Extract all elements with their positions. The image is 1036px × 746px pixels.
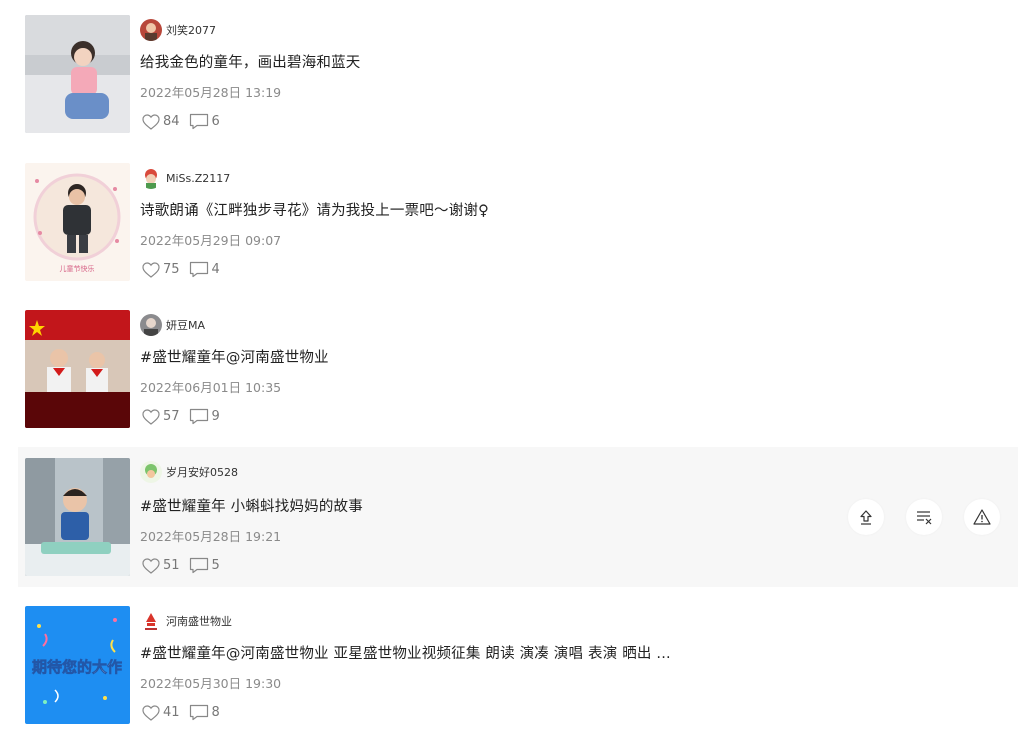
like-count[interactable]: 41 [142, 704, 180, 721]
publish-date: 2022年05月29日 09:07 [140, 233, 282, 248]
heart-icon [142, 704, 160, 721]
username[interactable]: 妍豆MA [166, 317, 205, 333]
stats: 75 4 [142, 261, 229, 278]
comment-number: 9 [211, 409, 220, 424]
video-item[interactable]: 刘笑2077 给我金色的童年，画出碧海和蓝天 2022年05月28日 13:19… [18, 15, 1018, 155]
avatar[interactable] [140, 167, 162, 189]
comment-count[interactable]: 4 [189, 261, 220, 278]
author[interactable]: 岁月安好0528 [140, 461, 238, 483]
publish-date: 2022年05月28日 19:21 [140, 529, 282, 544]
video-title[interactable]: #盛世耀童年@河南盛世物业 [140, 346, 329, 367]
video-title[interactable]: #盛世耀童年 小蝌蚪找妈妈的故事 [140, 495, 363, 516]
publish-date: 2022年06月01日 10:35 [140, 380, 282, 395]
video-item[interactable]: 妍豆MA #盛世耀童年@河南盛世物业 2022年06月01日 10:35 57 … [18, 310, 1018, 450]
avatar[interactable] [140, 19, 162, 41]
report-button[interactable] [964, 499, 1000, 535]
thumbnail-caption: 儿童节快乐 [60, 264, 95, 273]
username[interactable]: 岁月安好0528 [166, 464, 238, 480]
video-thumbnail[interactable]: 期待您的大作 [25, 606, 130, 724]
heart-icon [142, 113, 160, 130]
comment-count[interactable]: 8 [189, 704, 220, 721]
username[interactable]: 刘笑2077 [166, 22, 216, 38]
video-thumbnail[interactable]: 儿童节快乐 [25, 163, 130, 281]
like-count[interactable]: 51 [142, 557, 180, 574]
comment-number: 4 [211, 262, 220, 277]
video-item[interactable]: 儿童节快乐 MiSs.Z2117 诗歌朗诵《江畔独步寻花》请为我投上一票吧～谢谢… [18, 163, 1018, 303]
username[interactable]: 河南盛世物业 [166, 613, 232, 629]
video-item-hovered[interactable]: 岁月安好0528 #盛世耀童年 小蝌蚪找妈妈的故事 2022年05月28日 19… [18, 447, 1018, 587]
publish-date: 2022年05月30日 19:30 [140, 676, 282, 691]
like-number: 41 [163, 705, 180, 720]
hover-actions [826, 499, 1000, 535]
author[interactable]: MiSs.Z2117 [140, 167, 230, 189]
share-icon [860, 510, 872, 525]
comment-count[interactable]: 5 [189, 557, 220, 574]
like-count[interactable]: 75 [142, 261, 180, 278]
heart-icon [142, 557, 160, 574]
like-count[interactable]: 57 [142, 408, 180, 425]
comment-icon [189, 408, 208, 425]
comment-number: 6 [211, 114, 220, 129]
stats: 84 6 [142, 113, 229, 130]
video-title[interactable]: 给我金色的童年，画出碧海和蓝天 [140, 51, 361, 72]
stats: 57 9 [142, 408, 229, 425]
video-thumbnail[interactable] [25, 310, 130, 428]
avatar[interactable] [140, 314, 162, 336]
video-thumbnail[interactable] [25, 458, 130, 576]
comment-icon [189, 704, 208, 721]
not-interested-icon [917, 511, 932, 525]
heart-icon [142, 408, 160, 425]
avatar[interactable] [140, 461, 162, 483]
like-count[interactable]: 84 [142, 113, 180, 130]
report-icon [973, 509, 991, 525]
comment-number: 8 [211, 705, 220, 720]
author[interactable]: 妍豆MA [140, 314, 205, 336]
stats: 51 5 [142, 557, 229, 574]
video-list: 刘笑2077 给我金色的童年，画出碧海和蓝天 2022年05月28日 13:19… [0, 0, 1036, 737]
comment-count[interactable]: 6 [189, 113, 220, 130]
stats: 41 8 [142, 704, 229, 721]
heart-icon [142, 261, 160, 278]
author[interactable]: 刘笑2077 [140, 19, 216, 41]
thumbnail-text: 期待您的大作 [32, 658, 122, 676]
not-interested-button[interactable] [906, 499, 942, 535]
like-number: 75 [163, 262, 180, 277]
video-title[interactable]: 诗歌朗诵《江畔独步寻花》请为我投上一票吧～谢谢♀ [140, 199, 489, 220]
username[interactable]: MiSs.Z2117 [166, 172, 230, 185]
like-number: 57 [163, 409, 180, 424]
author[interactable]: 河南盛世物业 [140, 610, 232, 632]
share-button[interactable] [848, 499, 884, 535]
comment-number: 5 [211, 558, 220, 573]
like-number: 51 [163, 558, 180, 573]
video-item[interactable]: 期待您的大作 河南盛世物业 #盛世耀童年@河南盛世物业 亚星盛世物业视频征集 朗… [18, 606, 1018, 746]
publish-date: 2022年05月28日 13:19 [140, 85, 282, 100]
comment-count[interactable]: 9 [189, 408, 220, 425]
video-title[interactable]: #盛世耀童年@河南盛世物业 亚星盛世物业视频征集 朗读 演凑 演唱 表演 晒出 … [140, 642, 671, 663]
avatar[interactable] [140, 610, 162, 632]
comment-icon [189, 113, 208, 130]
comment-icon [189, 261, 208, 278]
video-thumbnail[interactable] [25, 15, 130, 133]
comment-icon [189, 557, 208, 574]
like-number: 84 [163, 114, 180, 129]
